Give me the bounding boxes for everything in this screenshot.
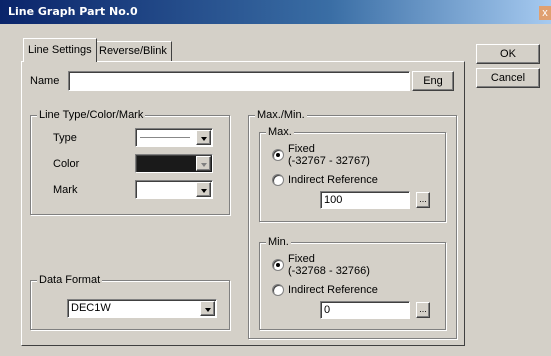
chevron-down-icon bbox=[201, 137, 207, 141]
chevron-down-icon bbox=[201, 189, 207, 193]
window-title: Line Graph Part No.0 bbox=[8, 5, 138, 18]
max-value: 100 bbox=[324, 194, 343, 206]
color-label: Color bbox=[53, 158, 80, 170]
cancel-button[interactable]: Cancel bbox=[476, 68, 540, 88]
group-title: Min. bbox=[266, 235, 291, 249]
group-title: Max./Min. bbox=[255, 108, 307, 122]
max-indirect-label: Indirect Reference bbox=[288, 174, 378, 186]
min-indirect-radio[interactable] bbox=[272, 284, 284, 296]
color-select[interactable] bbox=[135, 154, 213, 173]
min-indirect-label: Indirect Reference bbox=[288, 284, 378, 296]
max-min-group: Max./Min. Max. Fixed (-32767 - 32767) In… bbox=[248, 108, 457, 339]
min-value: 0 bbox=[324, 304, 331, 316]
max-fixed-range: (-32767 - 32767) bbox=[288, 155, 370, 167]
min-fixed-range: (-32768 - 32766) bbox=[288, 265, 370, 277]
chevron-down-icon bbox=[201, 163, 207, 167]
dropdown-button[interactable] bbox=[196, 130, 211, 145]
tab-reverse-blink[interactable]: Reverse/Blink bbox=[94, 41, 172, 61]
group-title: Line Type/Color/Mark bbox=[37, 108, 146, 122]
group-title: Data Format bbox=[37, 273, 103, 287]
ok-button[interactable]: OK bbox=[476, 44, 540, 64]
dropdown-button[interactable] bbox=[200, 301, 215, 316]
name-label: Name bbox=[30, 75, 60, 87]
chevron-down-icon bbox=[205, 308, 211, 312]
type-select[interactable] bbox=[135, 128, 213, 147]
tab-line-settings[interactable]: Line Settings bbox=[23, 38, 97, 62]
data-format-group: Data Format DEC1W bbox=[30, 273, 230, 330]
data-format-value: DEC1W bbox=[71, 302, 111, 314]
close-button[interactable]: x bbox=[539, 6, 551, 20]
dropdown-button[interactable] bbox=[196, 156, 211, 171]
line-settings-panel: Name Eng Line Type/Color/Mark Type Color… bbox=[21, 61, 465, 346]
dropdown-button[interactable] bbox=[196, 182, 211, 197]
mark-label: Mark bbox=[53, 184, 78, 196]
tab-label: Line Settings bbox=[28, 44, 92, 56]
max-value-input[interactable]: 100 bbox=[320, 191, 410, 209]
eng-button[interactable]: Eng bbox=[412, 71, 454, 91]
min-browse-button[interactable]: ... bbox=[416, 302, 430, 318]
line-type-preview bbox=[140, 137, 190, 138]
min-group: Min. Fixed (-32768 - 32766) Indirect Ref… bbox=[259, 235, 446, 330]
min-value-input[interactable]: 0 bbox=[320, 301, 410, 319]
max-browse-button[interactable]: ... bbox=[416, 192, 430, 208]
line-type-group: Line Type/Color/Mark Type Color Mark bbox=[30, 108, 230, 215]
max-group: Max. Fixed (-32767 - 32767) Indirect Ref… bbox=[259, 125, 446, 222]
max-fixed-radio[interactable] bbox=[272, 149, 284, 161]
data-format-select[interactable]: DEC1W bbox=[67, 299, 217, 318]
group-title: Max. bbox=[266, 125, 294, 139]
title-bar: Line Graph Part No.0 bbox=[0, 0, 551, 24]
max-indirect-radio[interactable] bbox=[272, 174, 284, 186]
name-input[interactable] bbox=[68, 71, 410, 91]
type-label: Type bbox=[53, 132, 77, 144]
min-fixed-radio[interactable] bbox=[272, 259, 284, 271]
tab-label: Reverse/Blink bbox=[99, 45, 167, 57]
mark-select[interactable] bbox=[135, 180, 213, 199]
